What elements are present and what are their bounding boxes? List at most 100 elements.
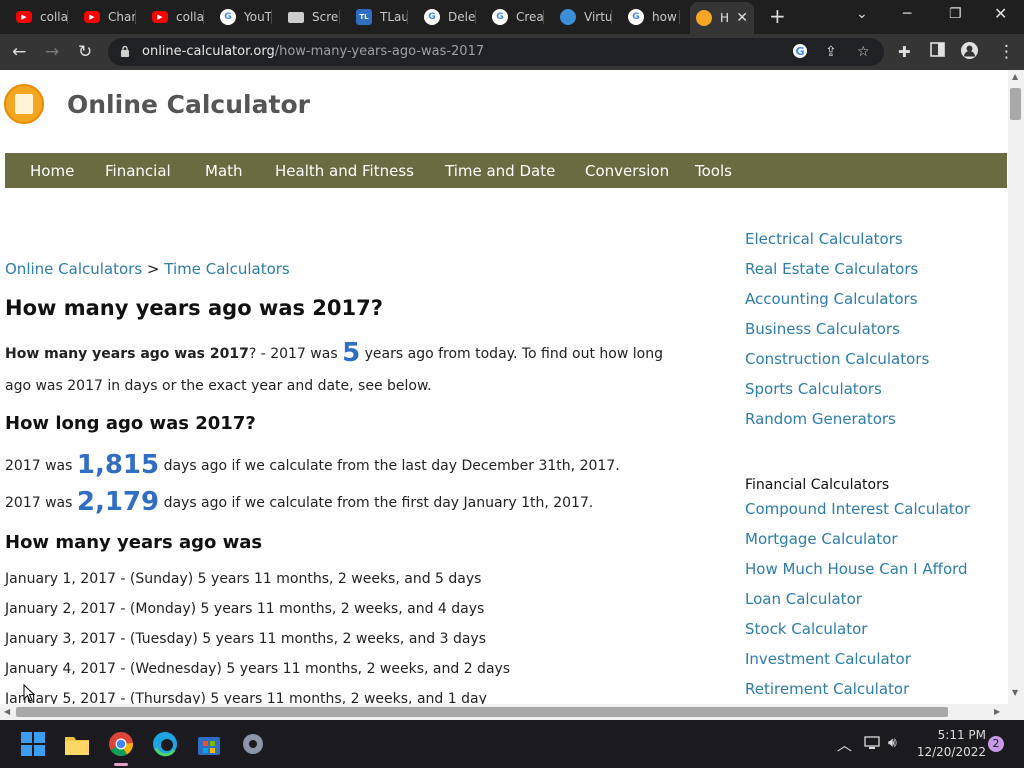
forward-button[interactable]: →	[45, 42, 59, 62]
browser-menu-icon[interactable]: ⋮	[998, 42, 1015, 62]
sidebar-link-business[interactable]: Business Calculators	[745, 320, 900, 338]
nav-item-time-date[interactable]: Time and Date	[445, 162, 555, 180]
years-ago-value: 5	[342, 338, 361, 368]
profile-icon[interactable]	[961, 42, 978, 64]
sidebar-link-retirement[interactable]: Retirement Calculator	[745, 680, 909, 698]
nav-item-home[interactable]: Home	[30, 162, 74, 180]
settings-gear-icon[interactable]	[240, 731, 266, 757]
nav-item-tools[interactable]: Tools	[695, 162, 732, 180]
sidebar-link-investment[interactable]: Investment Calculator	[745, 650, 911, 668]
tab-close-icon[interactable]: ✕	[736, 10, 748, 26]
browser-tab[interactable]: G YouT	[214, 4, 272, 30]
svg-text:G: G	[795, 45, 804, 58]
extensions-icon[interactable]: ✚	[898, 42, 911, 62]
nav-item-math[interactable]: Math	[205, 162, 243, 180]
notification-badge[interactable]: 2	[988, 736, 1004, 752]
sidebar-link-accounting[interactable]: Accounting Calculators	[745, 290, 918, 308]
breadcrumb-link-time-calculators[interactable]: Time Calculators	[164, 260, 289, 278]
browser-tab-label: colla	[40, 10, 68, 24]
tab-separator	[203, 10, 204, 24]
page-content: Online Calculator Home Financial Math He…	[0, 70, 1008, 704]
clock-time[interactable]: 5:11 PM	[914, 728, 986, 742]
nav-item-financial[interactable]: Financial	[105, 162, 171, 180]
volume-icon[interactable]: 🔊︎	[888, 735, 897, 751]
vertical-scroll-thumb[interactable]	[1010, 88, 1021, 120]
nav-item-health-fitness[interactable]: Health and Fitness	[275, 162, 414, 180]
google-icon: G	[492, 9, 508, 25]
tab-search-icon[interactable]: ⌄	[856, 6, 868, 22]
section-heading-years-list: How many years ago was	[5, 532, 263, 553]
google-icon: G	[424, 9, 440, 25]
active-app-indicator	[114, 763, 128, 766]
reload-button[interactable]: ↻	[78, 42, 92, 62]
browser-tab[interactable]: Scree	[282, 4, 340, 30]
browser-tab-label: colla	[176, 10, 204, 24]
sidebar-link-real-estate[interactable]: Real Estate Calculators	[745, 260, 918, 278]
horizontal-scroll-thumb[interactable]	[16, 707, 948, 717]
breadcrumb-separator: >	[146, 260, 160, 278]
new-tab-button[interactable]: +	[769, 4, 786, 28]
sidebar-link-mortgage[interactable]: Mortgage Calculator	[745, 530, 898, 548]
site-title[interactable]: Online Calculator	[67, 90, 310, 119]
vertical-scrollbar[interactable]: ▲ ▼	[1008, 70, 1024, 704]
youtube-icon: ▶	[84, 11, 100, 23]
edge-icon[interactable]	[152, 731, 178, 757]
list-item: January 5, 2017 - (Thursday) 5 years 11 …	[5, 691, 487, 704]
browser-tab[interactable]: Virtu	[554, 4, 612, 30]
scroll-up-icon[interactable]: ▲	[1012, 72, 1018, 81]
browser-tab[interactable]: H ✕	[690, 2, 754, 34]
days-first-value: 2,179	[76, 487, 160, 517]
tray-chevron-icon[interactable]: ︿	[837, 734, 852, 755]
clock-date[interactable]: 12/20/2022	[914, 745, 986, 759]
sidebar-link-loan[interactable]: Loan Calculator	[745, 590, 862, 608]
sidebar-link-construction[interactable]: Construction Calculators	[745, 350, 929, 368]
windows-start-icon[interactable]	[20, 731, 46, 757]
virtual-icon	[560, 9, 576, 25]
bookmark-star-icon[interactable]: ☆	[857, 44, 870, 60]
browser-tab-label: Virtu	[584, 10, 612, 24]
browser-tab[interactable]: Ghow	[622, 4, 680, 30]
browser-tab[interactable]: ▶ colla	[10, 4, 68, 30]
scroll-right-icon[interactable]: ▶	[994, 707, 1000, 716]
file-explorer-icon[interactable]	[64, 731, 90, 757]
restore-button[interactable]: ❐	[949, 6, 962, 22]
url-bar[interactable]: online-calculator.org/how-many-years-ago…	[108, 38, 884, 66]
tab-separator	[135, 10, 136, 24]
scroll-down-icon[interactable]: ▼	[1012, 688, 1018, 697]
back-button[interactable]: ←	[12, 42, 26, 62]
browser-tab[interactable]: TL TLaur	[350, 4, 408, 30]
google-lens-icon[interactable]: G	[792, 43, 808, 63]
scroll-left-icon[interactable]: ◀	[4, 707, 10, 716]
sidebar-link-random-generators[interactable]: Random Generators	[745, 410, 896, 428]
side-panel-icon[interactable]	[930, 42, 945, 62]
days-last-value: 1,815	[76, 450, 160, 480]
sidebar-link-sports[interactable]: Sports Calculators	[745, 380, 882, 398]
sidebar-heading-financial: Financial Calculators	[745, 477, 890, 493]
horizontal-scrollbar[interactable]: ◀ ▶	[0, 704, 1024, 720]
nav-item-conversion[interactable]: Conversion	[585, 162, 669, 180]
browser-tab[interactable]: ▶ colla	[146, 4, 204, 30]
google-icon: G	[628, 9, 644, 25]
share-icon[interactable]: ⇪	[825, 44, 837, 60]
sidebar-link-electrical[interactable]: Electrical Calculators	[745, 230, 903, 248]
site-logo-icon[interactable]	[4, 84, 44, 124]
browser-tab[interactable]: G Delet	[418, 4, 476, 30]
minimize-button[interactable]: ─	[903, 6, 911, 22]
network-icon[interactable]	[864, 736, 880, 750]
address-toolbar: ← → ↻ online-calculator.org/how-many-yea…	[0, 34, 1024, 70]
sidebar-link-stock[interactable]: Stock Calculator	[745, 620, 867, 638]
breadcrumb-link-online-calculators[interactable]: Online Calculators	[5, 260, 142, 278]
sidebar-link-house-afford[interactable]: How Much House Can I Afford	[745, 560, 968, 578]
browser-tab[interactable]: G Creat	[486, 4, 544, 30]
days-from-last-day: 2017 was 1,815 days ago if we calculate …	[5, 450, 620, 480]
intro-line-1: How many years ago was 2017? - 2017 was …	[5, 338, 663, 368]
sidebar-link-compound-interest[interactable]: Compound Interest Calculator	[745, 500, 970, 518]
microsoft-store-icon[interactable]	[196, 731, 222, 757]
chrome-icon[interactable]	[108, 731, 134, 757]
list-item: January 4, 2017 - (Wednesday) 5 years 11…	[5, 661, 511, 677]
browser-tab-label: TLaur	[380, 10, 408, 24]
close-window-button[interactable]: ✕	[994, 4, 1007, 23]
browser-tab[interactable]: ▶ Chan	[78, 4, 136, 30]
breadcrumb: Online Calculators > Time Calculators	[5, 260, 290, 278]
tab-separator	[611, 10, 612, 24]
